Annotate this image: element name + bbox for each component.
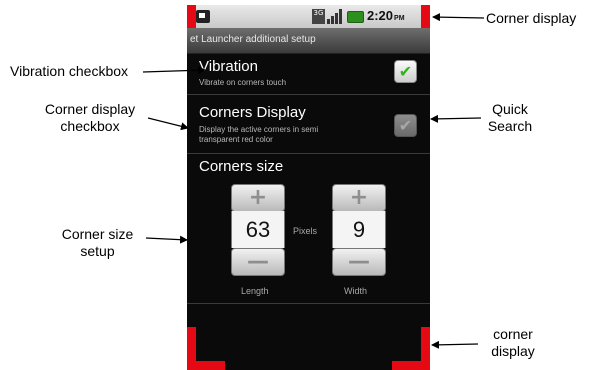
width-value[interactable]: 9 <box>332 211 386 248</box>
arrow-quick-search <box>430 114 482 123</box>
top-left-corner-indicator <box>187 5 196 28</box>
annotation-corner-display-top: Corner display <box>486 10 577 26</box>
title-bar: et Launcher additional setup <box>187 28 430 54</box>
arrow-corner-display-top <box>432 13 485 22</box>
annotation-quick-search-line1: Quick <box>492 101 528 117</box>
pixels-unit-label: Pixels <box>293 226 318 236</box>
annotation-quick-search-line2: Search <box>487 118 533 134</box>
corners-display-summary-line1: Display the active corners in semi <box>199 125 319 134</box>
length-value[interactable]: 63 <box>231 211 285 248</box>
length-decrement-button[interactable]: — <box>231 248 285 276</box>
phone-screen: 3G 2:20PM et Launcher additional setup V… <box>187 5 430 370</box>
divider <box>187 303 430 304</box>
vibration-checkbox[interactable]: ✔ <box>394 60 417 83</box>
divider <box>187 94 430 95</box>
bottom-left-corner-indicator <box>187 361 225 370</box>
status-time: 2:20PM <box>367 8 405 23</box>
3g-icon: 3G <box>312 9 325 24</box>
arrow-corner-display-bottom <box>431 340 479 349</box>
width-increment-button[interactable]: + <box>332 184 386 212</box>
check-icon: ✔ <box>398 115 413 135</box>
top-right-corner-indicator <box>421 5 430 28</box>
annotation-corner-display-checkbox-line1: Corner display <box>44 101 136 117</box>
vibration-title: Vibration <box>199 58 258 75</box>
length-increment-button[interactable]: + <box>231 184 285 212</box>
corners-display-checkbox[interactable]: ✔ <box>394 114 417 137</box>
length-label: Length <box>241 286 269 296</box>
corners-size-heading: Corners size <box>199 158 284 175</box>
annotation-corner-display-checkbox-line2: checkbox <box>60 118 120 134</box>
status-time-ampm: PM <box>394 15 405 22</box>
arrow-corner-size-setup <box>145 235 188 244</box>
battery-icon <box>347 11 364 23</box>
annotation-corner-size-setup-line1: Corner size <box>61 226 134 242</box>
vibration-summary: Vibrate on corners touch <box>199 78 287 87</box>
width-label: Width <box>344 286 368 296</box>
bottom-right-corner-indicator <box>392 361 430 370</box>
annotation-vibration-checkbox: Vibration checkbox <box>10 63 129 79</box>
notification-icon <box>196 10 210 23</box>
signal-icon <box>327 9 343 24</box>
status-time-value: 2:20 <box>367 8 394 23</box>
annotation-quick-search: Quick Search <box>480 101 540 135</box>
annotation-corner-display-bottom: corner display <box>478 326 548 360</box>
annotation-corner-size-setup-line2: setup <box>80 243 115 259</box>
status-bar: 3G 2:20PM <box>187 5 430 28</box>
width-decrement-button[interactable]: — <box>332 248 386 276</box>
page-title: et Launcher additional setup <box>190 34 316 45</box>
annotation-corner-display-bottom-line2: display <box>491 343 535 359</box>
annotation-corner-display-checkbox: Corner display checkbox <box>35 101 145 135</box>
divider <box>187 153 430 154</box>
arrow-corner-display-checkbox <box>147 117 189 131</box>
corners-display-summary-line2: transparent red color <box>199 135 273 144</box>
annotation-corner-size-setup: Corner size setup <box>50 226 145 260</box>
corners-display-title: Corners Display <box>199 104 306 121</box>
annotation-corner-display-bottom-line1: corner <box>493 326 533 342</box>
check-icon: ✔ <box>398 61 413 81</box>
